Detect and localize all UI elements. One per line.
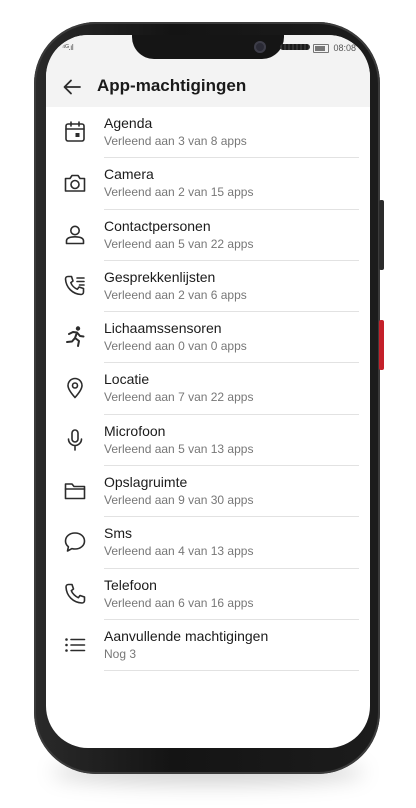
permission-detail: Verleend aan 9 van 30 apps — [104, 493, 254, 508]
permission-item-location[interactable]: Locatie Verleend aan 7 van 22 apps — [46, 363, 370, 415]
status-bar: ⁴ᴳ.ıl 08:08 — [46, 35, 370, 67]
permission-list: Agenda Verleend aan 3 van 8 apps Camera … — [46, 107, 370, 672]
permission-label: Sms — [104, 525, 132, 542]
signal-indicator: ⁴ᴳ.ıl — [62, 43, 74, 52]
sms-icon — [62, 529, 88, 555]
clock: 08:08 — [333, 43, 356, 53]
permission-item-camera[interactable]: Camera Verleend aan 2 van 15 apps — [46, 158, 370, 210]
permission-label: Aanvullende machtigingen — [104, 627, 269, 644]
permission-item-agenda[interactable]: Agenda Verleend aan 3 van 8 apps — [46, 107, 370, 159]
camera-icon — [62, 170, 88, 196]
permission-label: Opslagruimte — [104, 474, 188, 491]
location-icon — [62, 375, 88, 401]
permission-detail: Nog 3 — [104, 646, 137, 661]
battery-icon — [313, 43, 330, 53]
permission-label: Agenda — [104, 115, 153, 131]
list-icon — [62, 632, 88, 658]
body-sensors-icon — [62, 324, 88, 350]
permission-label: Microfoon — [104, 422, 166, 439]
phone-screen: ⁴ᴳ.ıl 08:08 App-machtigingen Agenda Verl… — [46, 35, 370, 748]
permission-item-body-sensors[interactable]: Lichaamssensoren Verleend aan 0 van 0 ap… — [46, 312, 370, 364]
permission-item-contacts[interactable]: Contactpersonen Verleend aan 5 van 22 ap… — [46, 210, 370, 261]
calendar-icon — [62, 119, 88, 145]
contacts-icon — [62, 222, 88, 248]
permission-label: Lichaamssensoren — [104, 320, 222, 337]
earpiece-speaker — [280, 44, 310, 50]
permission-detail: Verleend aan 6 van 16 apps — [104, 595, 254, 610]
folder-icon — [62, 478, 88, 504]
phone-icon — [62, 581, 88, 607]
permission-detail: Verleend aan 7 van 22 apps — [104, 390, 254, 405]
permission-label: Telefoon — [104, 576, 157, 593]
page-title: App-machtigingen — [97, 76, 247, 95]
permission-detail: Verleend aan 0 van 0 apps — [104, 339, 247, 354]
permission-item-sms[interactable]: Sms Verleend aan 4 van 13 apps — [46, 517, 370, 569]
permission-label: Camera — [104, 166, 154, 183]
microphone-icon — [62, 427, 88, 453]
permission-item-microphone[interactable]: Microfoon Verleend aan 5 van 13 apps — [46, 415, 370, 467]
status-right: 08:08 — [313, 43, 356, 53]
divider — [104, 670, 359, 672]
permission-label: Gesprekkenlijsten — [104, 268, 216, 285]
permission-item-call-logs[interactable]: Gesprekkenlijsten Verleend aan 2 van 6 a… — [46, 261, 370, 313]
permission-detail: Verleend aan 5 van 22 apps — [104, 236, 254, 251]
permission-label: Contactpersonen — [104, 217, 211, 234]
permission-detail: Verleend aan 2 van 6 apps — [104, 287, 247, 302]
permission-item-phone[interactable]: Telefoon Verleend aan 6 van 16 apps — [46, 569, 370, 620]
call-log-icon — [62, 273, 88, 299]
front-camera — [254, 41, 266, 53]
volume-button — [379, 200, 384, 270]
permission-item-additional[interactable]: Aanvullende machtigingen Nog 3 — [46, 620, 370, 672]
permission-detail: Verleend aan 2 van 15 apps — [104, 185, 254, 200]
permission-item-storage[interactable]: Opslagruimte Verleend aan 9 van 30 apps — [46, 466, 370, 518]
back-button[interactable] — [60, 75, 84, 99]
notch — [132, 35, 310, 59]
power-button — [379, 320, 384, 370]
permission-detail: Verleend aan 5 van 13 apps — [104, 441, 254, 456]
back-arrow-icon — [63, 79, 81, 95]
permission-detail: Verleend aan 3 van 8 apps — [104, 134, 247, 148]
permission-detail: Verleend aan 4 van 13 apps — [104, 544, 254, 559]
permission-label: Locatie — [104, 371, 150, 388]
app-bar: App-machtigingen — [46, 67, 370, 107]
